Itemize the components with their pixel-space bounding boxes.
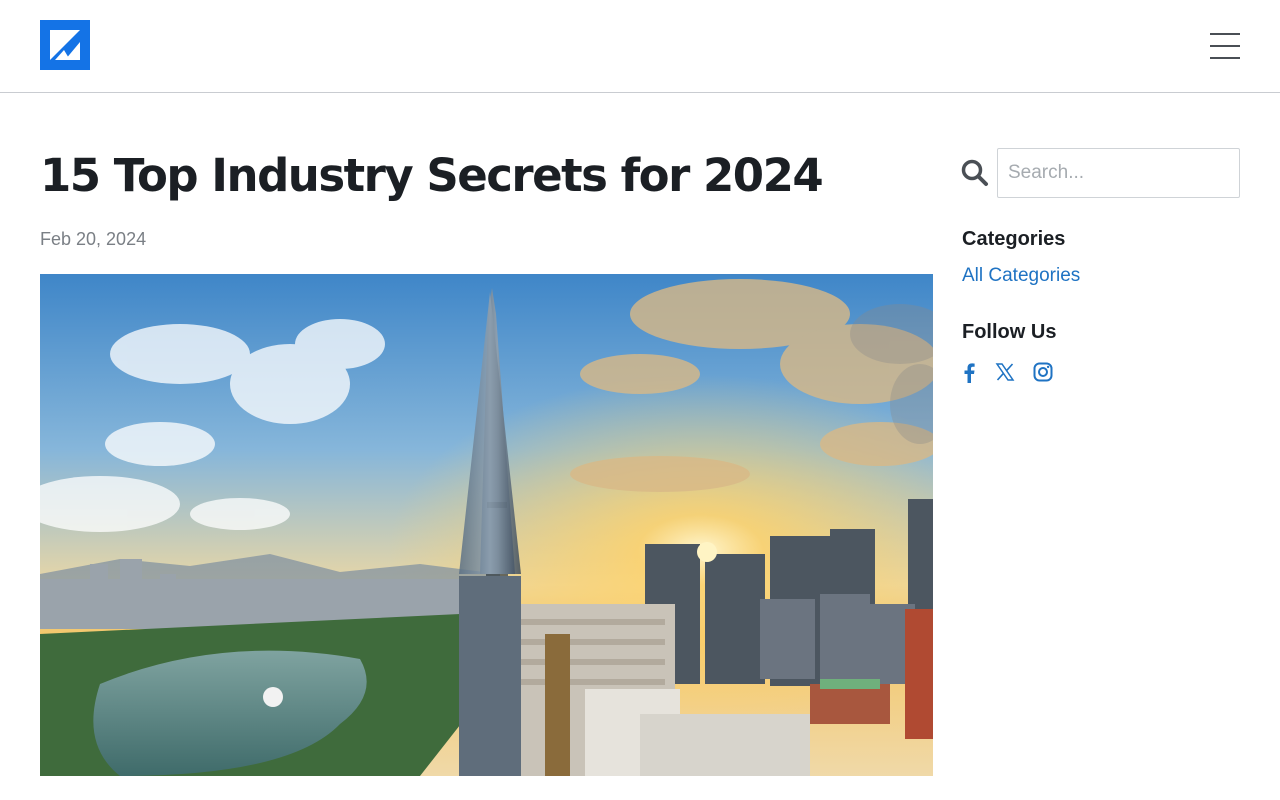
search-icon[interactable]: [961, 158, 989, 188]
magnifier-glyph: [961, 159, 988, 186]
article-date: Feb 20, 2024: [40, 229, 147, 249]
hero-image: [40, 274, 933, 776]
instagram-icon[interactable]: [1032, 361, 1054, 383]
search-input[interactable]: [997, 148, 1240, 198]
site-header: [0, 0, 1280, 93]
menu-bar: [1210, 45, 1240, 47]
follow-us-heading: Follow Us: [962, 321, 1057, 343]
x-icon[interactable]: [994, 361, 1016, 383]
instagram-glyph: [1033, 362, 1053, 382]
menu-bar: [1210, 57, 1240, 59]
categories-heading: Categories: [962, 228, 1066, 250]
hamburger-menu-button[interactable]: [1204, 28, 1246, 64]
city-skyline-sunset-photo: [40, 274, 933, 776]
menu-bar: [1210, 33, 1240, 35]
category-link-all[interactable]: All Categories: [962, 265, 1080, 287]
x-glyph: [995, 363, 1015, 381]
article-title: 15 Top Industry Secrets for 2024: [40, 149, 824, 202]
facebook-glyph: [964, 363, 975, 383]
site-logo[interactable]: [40, 20, 90, 70]
brand-k-logo-icon: [40, 20, 90, 70]
facebook-icon[interactable]: [958, 361, 980, 383]
